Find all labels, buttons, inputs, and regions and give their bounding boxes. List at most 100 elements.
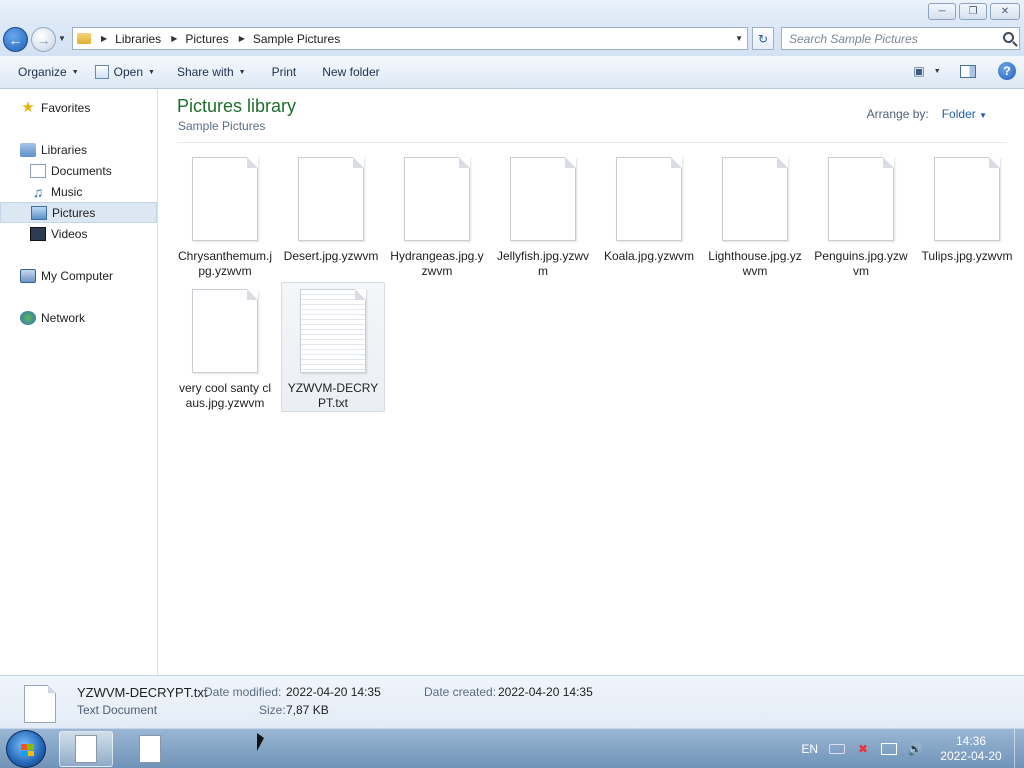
computer-icon — [20, 268, 36, 283]
documents-icon — [30, 163, 46, 178]
close-button[interactable]: ✕ — [990, 3, 1020, 20]
view-icon: ▣ — [913, 64, 925, 78]
size-value: 7,87 KB — [286, 703, 329, 717]
mouse-cursor-icon — [257, 733, 264, 751]
refresh-button[interactable]: ↻ — [752, 27, 774, 50]
share-with-button[interactable]: Share with ▼ — [169, 60, 254, 84]
file-item[interactable]: Tulips.jpg.yzwvm — [915, 151, 1019, 281]
preview-pane-icon[interactable] — [960, 64, 976, 78]
change-view-button[interactable]: ▣ ▼ — [912, 60, 942, 82]
clock[interactable]: 14:36 2022-04-20 — [928, 734, 1014, 764]
blank-file-icon — [298, 157, 364, 241]
file-name: Jellyfish.jpg.yzwvm — [496, 249, 590, 278]
keyboard-icon[interactable] — [829, 744, 845, 754]
minimize-button[interactable]: ─ — [928, 3, 956, 20]
organize-button[interactable]: Organize ▼ — [10, 60, 87, 84]
address-dropdown-icon[interactable]: ▼ — [735, 34, 743, 43]
minimize-icon: ─ — [938, 6, 946, 17]
chevron-down-icon: ▼ — [148, 68, 155, 76]
open-label: Open — [113, 65, 143, 79]
arrange-by-dropdown[interactable]: Folder ▼ — [942, 107, 987, 121]
network-icon — [20, 310, 36, 325]
file-name: Hydrangeas.jpg.yzwvm — [390, 249, 484, 278]
file-item[interactable]: Lighthouse.jpg.yzwvm — [703, 151, 807, 281]
file-item[interactable]: Desert.jpg.yzwvm — [279, 151, 383, 281]
taskbar: EN ✖ 🔊 14:36 2022-04-20 — [0, 728, 1024, 768]
command-bar: Organize ▼ Open ▼ Share with ▼ Print New fo… — [0, 56, 1024, 89]
file-name: Lighthouse.jpg.yzwvm — [708, 249, 802, 278]
breadcrumb-pictures[interactable]: Pictures — [185, 32, 228, 46]
notepad-icon — [94, 65, 109, 79]
breadcrumb-chevron-icon[interactable]: ▶ — [239, 34, 245, 43]
blank-file-icon — [404, 157, 470, 241]
text-file-icon — [300, 289, 366, 373]
navigation-pane: ★ Favorites Libraries Documents ♫ Music Pi… — [0, 90, 158, 675]
date-created-label: Date created: — [424, 685, 497, 699]
file-item-selected[interactable]: YZWVM-DECRYPT.txt — [281, 282, 385, 412]
document-icon — [75, 735, 97, 763]
breadcrumb-sample-pictures[interactable]: Sample Pictures — [253, 32, 340, 46]
blank-file-icon — [192, 289, 258, 373]
nav-label: Videos — [51, 226, 88, 241]
nav-item-libraries[interactable]: Libraries — [0, 139, 157, 160]
open-button[interactable]: Open ▼ — [87, 60, 163, 84]
recent-pages-dropdown[interactable]: ▼ — [58, 34, 66, 43]
taskbar-explorer-button[interactable] — [59, 731, 113, 767]
breadcrumb-chevron-icon[interactable]: ▶ — [171, 34, 177, 43]
nav-label: Favorites — [41, 100, 91, 115]
print-button[interactable]: Print — [264, 60, 305, 84]
nav-item-documents[interactable]: Documents — [0, 160, 157, 181]
volume-icon[interactable]: 🔊 — [907, 742, 923, 756]
file-item[interactable]: Chrysanthemum.jpg.yzwvm — [173, 151, 277, 281]
breadcrumb-libraries[interactable]: Libraries — [115, 32, 161, 46]
address-bar[interactable]: ▶ Libraries ▶ Pictures ▶ Sample Pictures… — [72, 27, 748, 50]
file-name: Penguins.jpg.yzwvm — [814, 249, 908, 278]
file-item[interactable]: very cool santy claus.jpg.yzwvm — [173, 283, 277, 413]
file-item[interactable]: Koala.jpg.yzwvm — [597, 151, 701, 281]
pictures-icon — [31, 205, 47, 220]
nav-item-videos[interactable]: Videos — [0, 223, 157, 244]
help-icon[interactable]: ? — [998, 62, 1016, 80]
new-folder-button[interactable]: New folder — [314, 60, 387, 84]
nav-item-my-computer[interactable]: My Computer — [0, 265, 157, 286]
file-item[interactable]: Hydrangeas.jpg.yzwvm — [385, 151, 489, 281]
nav-item-pictures[interactable]: Pictures — [0, 202, 157, 223]
show-desktop-button[interactable] — [1014, 729, 1024, 768]
system-tray: EN ✖ 🔊 14:36 2022-04-20 — [801, 729, 1024, 768]
date-modified-label: Date modified: — [204, 685, 282, 699]
network-tray-icon[interactable] — [881, 743, 897, 755]
videos-icon — [30, 226, 46, 241]
nav-item-favorites[interactable]: ★ Favorites — [0, 97, 157, 118]
chevron-down-icon: ▼ — [979, 111, 987, 120]
nav-item-music[interactable]: ♫ Music — [0, 181, 157, 202]
file-name: Desert.jpg.yzwvm — [283, 249, 379, 263]
chevron-down-icon: ▼ — [933, 67, 941, 75]
chevron-down-icon: ▼ — [71, 68, 79, 76]
breadcrumb-chevron-icon[interactable]: ▶ — [101, 34, 107, 43]
taskbar-notepad-button[interactable] — [123, 731, 177, 767]
search-icon[interactable] — [1003, 32, 1014, 43]
text-file-icon — [24, 685, 56, 723]
search-placeholder: Search Sample Pictures — [789, 31, 918, 46]
folder-icon — [77, 33, 91, 44]
language-indicator[interactable]: EN — [801, 742, 818, 756]
start-button[interactable] — [6, 730, 46, 768]
back-arrow-icon: ← — [8, 31, 23, 48]
details-pane: YZWVM-DECRYPT.txt Text Document Date mod… — [0, 675, 1024, 728]
size-label: Size: — [259, 703, 286, 717]
blank-file-icon — [510, 157, 576, 241]
file-item[interactable]: Jellyfish.jpg.yzwvm — [491, 151, 595, 281]
date-modified-value: 2022-04-20 14:35 — [286, 685, 381, 699]
library-subtitle[interactable]: Sample Pictures — [178, 119, 265, 133]
details-filename: YZWVM-DECRYPT.txt — [77, 685, 208, 700]
action-center-flag-icon[interactable]: ✖ — [855, 742, 871, 756]
restore-button[interactable]: ❐ — [959, 3, 987, 20]
nav-item-network[interactable]: Network — [0, 307, 157, 328]
file-item[interactable]: Penguins.jpg.yzwvm — [809, 151, 913, 281]
library-title: Pictures library — [177, 96, 297, 116]
back-button[interactable]: ← — [3, 27, 28, 52]
blank-file-icon — [828, 157, 894, 241]
search-input[interactable]: Search Sample Pictures — [781, 27, 1020, 50]
forward-button[interactable]: → — [31, 27, 56, 52]
nav-label: Pictures — [52, 205, 96, 220]
